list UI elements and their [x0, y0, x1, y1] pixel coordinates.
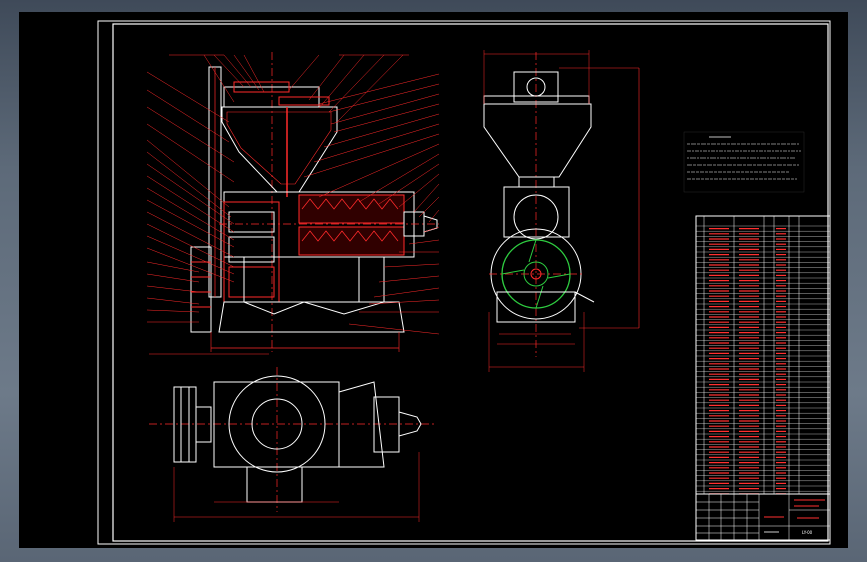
parts-list-table	[695, 215, 831, 495]
plan-view	[149, 367, 434, 522]
inner-border	[112, 23, 829, 542]
front-section-view	[149, 52, 439, 355]
drawing-number: LY-00	[802, 530, 813, 535]
cad-viewport[interactable]: LY-00	[19, 12, 848, 548]
technical-notes	[683, 131, 805, 193]
outer-border	[97, 20, 831, 545]
cad-drawing: LY-00	[97, 20, 831, 545]
side-view	[483, 50, 640, 372]
title-block: LY-00	[695, 493, 831, 541]
